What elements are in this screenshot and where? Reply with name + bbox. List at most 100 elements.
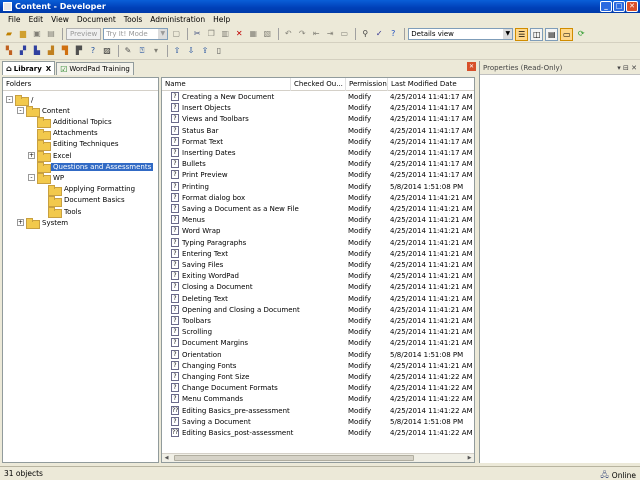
- folder-node[interactable]: Questions and Assessments: [28, 161, 154, 174]
- menu-view[interactable]: View: [47, 15, 73, 24]
- expand-icon[interactable]: +: [17, 219, 24, 227]
- check-in-icon[interactable]: ⇧: [171, 45, 183, 57]
- collapse-icon[interactable]: -: [6, 96, 13, 103]
- redo-icon[interactable]: ↷: [296, 28, 308, 40]
- collapse-icon[interactable]: -: [28, 174, 35, 182]
- table-row[interactable]: ? Toolbars Modify 4/25/2014 11:41:21 AM: [162, 316, 474, 327]
- table-row[interactable]: ? Change Document Formats Modify 4/25/2014 …: [162, 383, 474, 394]
- table-row[interactable]: ? Orientation Modify 5/8/2014 1:51:08 PM: [162, 349, 474, 361]
- close-pane-icon[interactable]: ✕: [467, 62, 476, 71]
- menu-help[interactable]: Help: [209, 15, 234, 24]
- help-icon[interactable]: ?: [387, 28, 399, 40]
- table-row[interactable]: ? Deleting Text Modify 4/25/2014 11:41:21 A…: [162, 293, 474, 305]
- folder-node[interactable]: Attachments: [28, 128, 100, 140]
- minimize-button[interactable]: _: [600, 1, 612, 12]
- table-row[interactable]: ? Word Wrap Modify 4/25/2014 11:41:21 AM: [162, 226, 474, 237]
- scroll-left-icon[interactable]: ◀: [162, 454, 171, 462]
- table-row[interactable]: ? Printing Modify 5/8/2014 1:51:08 PM: [162, 181, 474, 193]
- new-section-icon[interactable]: ▞: [17, 45, 29, 57]
- folder-node[interactable]: + System: [17, 217, 70, 230]
- folder-node[interactable]: Applying Formatting: [39, 184, 137, 196]
- scroll-right-icon[interactable]: ▶: [465, 454, 474, 462]
- table-row[interactable]: ? Format dialog box Modify 4/25/2014 11:41:…: [162, 192, 474, 204]
- col-name-header[interactable]: Name: [162, 78, 291, 91]
- open-folder-icon[interactable]: ▆: [17, 28, 29, 40]
- link-icon[interactable]: ▾: [150, 45, 162, 57]
- cut-icon[interactable]: ✂: [191, 28, 203, 40]
- new-topic-icon[interactable]: ▙: [31, 45, 43, 57]
- folder-pane-icon[interactable]: ▭: [560, 27, 574, 41]
- indent-icon[interactable]: ⇥: [324, 28, 336, 40]
- view-select[interactable]: Details view ▼: [408, 28, 514, 40]
- print-icon[interactable]: ▤: [45, 28, 57, 40]
- table-row[interactable]: ? Saving a Document Modify 5/8/2014 1:51:08…: [162, 416, 474, 428]
- spell-check-icon[interactable]: ✓: [373, 28, 385, 40]
- folder-node[interactable]: Additional Topics: [28, 116, 114, 129]
- menu-edit[interactable]: Edit: [25, 15, 48, 24]
- menu-file[interactable]: File: [4, 15, 25, 24]
- new-module-icon[interactable]: ▚: [3, 45, 15, 57]
- table-row[interactable]: ? Entering Text Modify 4/25/2014 11:41:21 A…: [162, 248, 474, 260]
- new-question-icon[interactable]: ?: [87, 45, 99, 57]
- menu-administration[interactable]: Administration: [146, 15, 209, 24]
- table-row[interactable]: ? Typing Paragraphs Modify 4/25/2014 11:41:…: [162, 237, 474, 249]
- check-out-icon[interactable]: ⇩: [185, 45, 197, 57]
- dropdown-icon[interactable]: ▾: [617, 64, 621, 72]
- new-glossary-icon[interactable]: ▛: [73, 45, 85, 57]
- mode-select[interactable]: Try It! Mode ▼: [103, 28, 169, 40]
- details-view-icon[interactable]: ☰: [515, 27, 529, 41]
- table-row[interactable]: ? Insert Objects Modify 4/25/2014 11:41:17 …: [162, 103, 474, 114]
- table-row[interactable]: ? Bullets Modify 4/25/2014 11:41:17 AM: [162, 159, 474, 170]
- table-row[interactable]: ? Document Margins Modify 4/25/2014 11:41:2…: [162, 338, 474, 349]
- pin-icon[interactable]: ⊟: [623, 64, 629, 72]
- menu-tools[interactable]: Tools: [120, 15, 146, 24]
- table-row[interactable]: ? Exiting WordPad Modify 4/25/2014 11:41:21…: [162, 271, 474, 282]
- folder-node[interactable]: Editing Techniques: [28, 139, 121, 151]
- link-question-icon[interactable]: ⍰: [136, 45, 148, 57]
- tab-wordpad-training[interactable]: ☑ WordPad Training: [56, 62, 134, 75]
- table-row[interactable]: ? Format Text Modify 4/25/2014 11:41:17 AM: [162, 136, 474, 148]
- table-row[interactable]: ? Inserting Dates Modify 4/25/2014 11:41:17…: [162, 148, 474, 159]
- table-row[interactable]: ? Status Bar Modify 4/25/2014 11:41:17 AM: [162, 125, 474, 137]
- table-row[interactable]: ? Changing Font Size Modify 4/25/2014 11:41…: [162, 372, 474, 383]
- table-row[interactable]: ? Saving a Document as a New File Modify 4/…: [162, 204, 474, 215]
- properties-icon[interactable]: ▧: [261, 28, 273, 40]
- horizontal-scrollbar[interactable]: ◀ ▶: [162, 453, 474, 462]
- copy-icon[interactable]: ❐: [205, 28, 217, 40]
- table-row[interactable]: ?? Editing Basics_pre-assessment Modify 4/2…: [162, 405, 474, 417]
- collapse-icon[interactable]: -: [17, 107, 24, 115]
- table-row[interactable]: ?? Editing Basics_post-assessment Modify 4/…: [162, 428, 474, 439]
- close-icon[interactable]: ✕: [631, 64, 637, 72]
- folder-node[interactable]: - /: [6, 94, 35, 106]
- table-row[interactable]: ? Menu Commands Modify 4/25/2014 11:41:22 A…: [162, 394, 474, 405]
- folder-node[interactable]: Document Basics: [39, 195, 127, 207]
- refresh-icon[interactable]: ⟳: [575, 28, 587, 40]
- table-row[interactable]: ? Menus Modify 4/25/2014 11:41:21 AM: [162, 215, 474, 226]
- new-web-page-icon[interactable]: ▟: [45, 45, 57, 57]
- table-row[interactable]: ? Scrolling Modify 4/25/2014 11:41:21 AM: [162, 327, 474, 338]
- table-row[interactable]: ? Opening and Closing a Document Modify 4/2…: [162, 304, 474, 316]
- close-tab-icon[interactable]: X: [46, 65, 51, 73]
- undo-icon[interactable]: ↶: [282, 28, 294, 40]
- close-window-button[interactable]: ✕: [626, 1, 638, 12]
- col-modified-header[interactable]: Last Modified Date: [388, 78, 474, 91]
- menu-document[interactable]: Document: [73, 15, 120, 24]
- col-checked-out-header[interactable]: Checked Ou...: [291, 78, 346, 91]
- insert-icon[interactable]: ▭: [338, 28, 350, 40]
- folder-node[interactable]: Tools: [39, 206, 83, 218]
- preview-button[interactable]: Preview: [66, 28, 102, 40]
- table-row[interactable]: ? Creating a New Document Modify 4/25/2014 …: [162, 92, 474, 103]
- new-document-icon[interactable]: ▰: [3, 28, 15, 40]
- find-icon[interactable]: ⚲: [359, 28, 371, 40]
- history-icon[interactable]: ⇪: [199, 45, 211, 57]
- new-package-icon[interactable]: ▜: [59, 45, 71, 57]
- table-row[interactable]: ? Print Preview Modify 4/25/2014 11:41:17 A…: [162, 170, 474, 181]
- table-row[interactable]: ? Views and Toolbars Modify 4/25/2014 11:41…: [162, 114, 474, 125]
- paste-icon[interactable]: ▥: [219, 28, 231, 40]
- maximize-button[interactable]: □: [613, 1, 625, 12]
- outdent-icon[interactable]: ⇤: [310, 28, 322, 40]
- scroll-thumb[interactable]: [174, 455, 414, 461]
- new-assessment-icon[interactable]: ▨: [101, 45, 113, 57]
- list-view-icon[interactable]: ▤: [545, 27, 559, 41]
- folder-node[interactable]: - WP: [28, 172, 66, 185]
